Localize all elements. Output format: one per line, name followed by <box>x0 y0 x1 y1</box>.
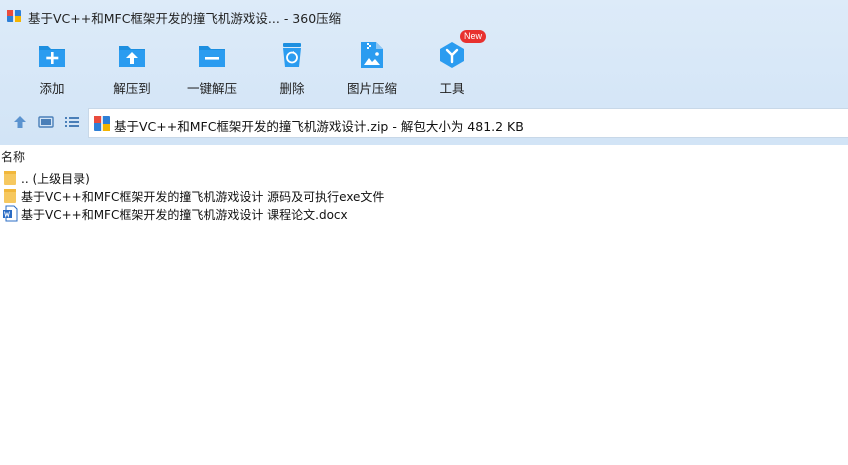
add-label: 添加 <box>39 81 65 96</box>
tools-icon <box>440 42 464 68</box>
column-header-name[interactable]: 名称 <box>0 148 25 166</box>
list-item[interactable]: 基于VC++和MFC框架开发的撞飞机游戏设计 课程论文.docx <box>3 205 603 223</box>
list-view-icon[interactable] <box>63 113 81 131</box>
new-badge: New <box>460 30 486 43</box>
delete-button[interactable]: 删除 <box>257 36 327 98</box>
window-title: 基于VC++和MFC框架开发的撞飞机游戏设... - 360压缩 <box>28 11 342 26</box>
list-item-name: 基于VC++和MFC框架开发的撞飞机游戏设计 源码及可执行exe文件 <box>21 190 385 204</box>
list-item[interactable]: 基于VC++和MFC框架开发的撞飞机游戏设计 源码及可执行exe文件 <box>3 187 603 205</box>
image-compress-button[interactable]: 图片压缩 <box>337 36 407 98</box>
folder-icon <box>4 171 16 185</box>
address-text: 基于VC++和MFC框架开发的撞飞机游戏设计.zip - 解包大小为 481.2… <box>114 119 524 134</box>
word-doc-icon <box>3 205 18 222</box>
one-click-extract-button[interactable]: 一键解压 <box>177 36 247 98</box>
address-bar[interactable]: 基于VC++和MFC框架开发的撞飞机游戏设计.zip - 解包大小为 481.2… <box>88 108 848 138</box>
extract-to-icon <box>119 46 145 67</box>
address-row: 基于VC++和MFC框架开发的撞飞机游戏设计.zip - 解包大小为 481.2… <box>0 105 848 139</box>
list-item-name: 基于VC++和MFC框架开发的撞飞机游戏设计 课程论文.docx <box>21 208 348 222</box>
add-button[interactable]: 添加 <box>17 36 87 98</box>
extract-to-label: 解压到 <box>113 81 151 96</box>
delete-label: 删除 <box>279 81 305 96</box>
top-panel: 基于VC++和MFC框架开发的撞飞机游戏设... - 360压缩 添加 解压到 … <box>0 0 848 145</box>
image-compress-label: 图片压缩 <box>346 81 397 96</box>
app-window: 基于VC++和MFC框架开发的撞飞机游戏设... - 360压缩 添加 解压到 … <box>0 0 848 465</box>
list-item[interactable]: .. (上级目录) <box>3 169 603 187</box>
up-arrow-icon[interactable] <box>11 113 29 131</box>
extract-to-button[interactable]: 解压到 <box>97 36 167 98</box>
one-click-extract-icon <box>199 46 225 67</box>
thumbnail-view-icon[interactable] <box>37 113 55 131</box>
title-bar: 基于VC++和MFC框架开发的撞飞机游戏设... - 360压缩 <box>0 0 848 32</box>
list-item-name: .. (上级目录) <box>21 172 90 186</box>
toolbar: 添加 解压到 一键解压 删除 图片压缩 New 工具 <box>0 30 848 98</box>
tools-label: 工具 <box>439 81 465 96</box>
one-click-extract-label: 一键解压 <box>186 81 237 96</box>
zip-app-icon <box>7 10 21 22</box>
tools-button[interactable]: New 工具 <box>417 30 487 98</box>
delete-icon <box>283 43 301 67</box>
zip-file-icon <box>94 116 110 131</box>
image-compress-icon <box>361 42 383 68</box>
add-icon <box>39 46 65 67</box>
file-list: 名称 .. (上级目录) 基于VC++和MFC框架开发的撞飞机游戏设计 源码及可… <box>0 145 848 465</box>
folder-icon <box>4 189 16 203</box>
